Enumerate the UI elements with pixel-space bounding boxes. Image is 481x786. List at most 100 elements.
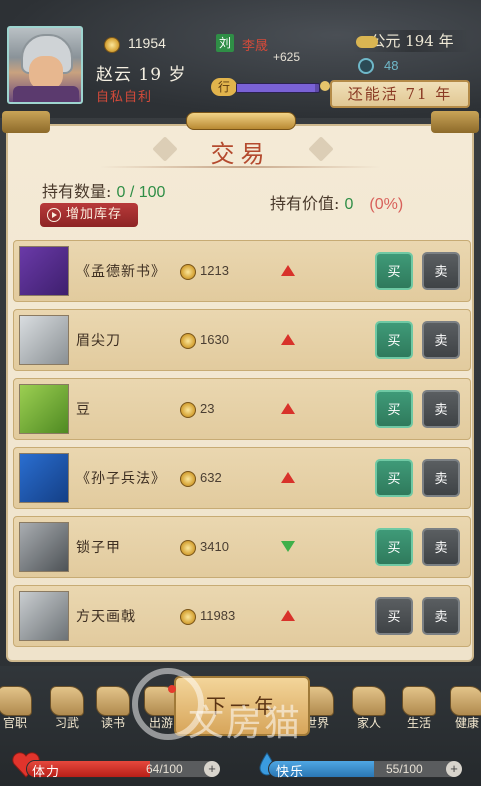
item-price: 3410 bbox=[200, 539, 229, 554]
nav-icon bbox=[352, 686, 386, 716]
action-progress-fill bbox=[237, 84, 315, 92]
action-progress-bar bbox=[236, 83, 320, 93]
hold-value-value: 0 bbox=[344, 196, 354, 213]
character-trait: 自私自利 bbox=[96, 90, 153, 105]
stamina-label: 体力 bbox=[32, 765, 61, 780]
sell-button[interactable]: 卖 bbox=[422, 459, 460, 497]
robe-icon bbox=[13, 86, 79, 102]
nav-icon bbox=[96, 686, 130, 716]
nav-item[interactable]: 生活 bbox=[396, 686, 442, 732]
sell-button[interactable]: 卖 bbox=[422, 597, 460, 635]
buy-button[interactable]: 买 bbox=[375, 597, 413, 635]
bean-icon bbox=[19, 384, 69, 434]
scroll-clip-right-icon bbox=[431, 111, 479, 133]
halberd-icon bbox=[19, 591, 69, 641]
happiness-plus-button[interactable]: + bbox=[446, 761, 462, 777]
scroll-clip-left-icon bbox=[2, 111, 50, 133]
buy-button[interactable]: 买 bbox=[375, 321, 413, 359]
add-stock-button[interactable]: 增加库存 bbox=[40, 203, 138, 227]
buy-button[interactable]: 买 bbox=[375, 252, 413, 290]
item-row: 眉尖刀 1630 买卖 bbox=[13, 309, 471, 371]
coin-icon bbox=[180, 333, 196, 349]
lord-delta: +625 bbox=[273, 50, 301, 64]
play-icon bbox=[47, 208, 61, 222]
item-name: 眉尖刀 bbox=[76, 333, 121, 349]
nav-label: 健康 bbox=[454, 716, 479, 730]
watermark-logo-icon bbox=[132, 668, 204, 740]
trend-up-icon bbox=[281, 265, 295, 276]
nav-icon bbox=[50, 686, 84, 716]
sell-button[interactable]: 卖 bbox=[422, 528, 460, 566]
item-name: 《孟德新书》 bbox=[76, 264, 166, 280]
buy-button[interactable]: 买 bbox=[375, 459, 413, 497]
coin-icon bbox=[180, 609, 196, 625]
sell-button[interactable]: 卖 bbox=[422, 252, 460, 290]
item-row: 《孟德新书》 1213 买卖 bbox=[13, 240, 471, 302]
panel-title: 交易 bbox=[210, 140, 271, 168]
buy-button[interactable]: 买 bbox=[375, 390, 413, 428]
coin-icon bbox=[180, 540, 196, 556]
progress-end-icon bbox=[320, 81, 330, 91]
item-row: 豆 23 买卖 bbox=[13, 378, 471, 440]
item-name: 豆 bbox=[76, 402, 91, 418]
nav-item[interactable]: 健康 bbox=[444, 686, 481, 732]
item-name: 《孙子兵法》 bbox=[76, 471, 166, 487]
stamina-plus-button[interactable]: + bbox=[204, 761, 220, 777]
item-price: 1630 bbox=[200, 332, 229, 347]
hold-value-percent: (0%) bbox=[369, 196, 404, 213]
stamina-value: 64/100 bbox=[146, 762, 183, 776]
gold-amount: 11954 bbox=[128, 35, 166, 51]
item-price: 23 bbox=[200, 401, 215, 416]
character-name-age: 赵云 19 岁 bbox=[96, 65, 187, 85]
coin-icon bbox=[180, 471, 196, 487]
trend-up-icon bbox=[281, 334, 295, 345]
item-row: 《孙子兵法》 632 买卖 bbox=[13, 447, 471, 509]
nav-item[interactable]: 家人 bbox=[346, 686, 392, 732]
sell-button[interactable]: 卖 bbox=[422, 390, 460, 428]
nav-icon bbox=[450, 686, 481, 716]
orb-value: 48 bbox=[384, 58, 399, 73]
book-blue-icon bbox=[19, 453, 69, 503]
life-remaining: 还能活 71 年 bbox=[330, 80, 470, 108]
character-portrait[interactable] bbox=[7, 26, 83, 104]
hold-count-label: 持有数量: bbox=[42, 182, 117, 201]
cloud-icon bbox=[356, 36, 378, 48]
nav-icon bbox=[402, 686, 436, 716]
lord-name: 李晟 bbox=[242, 39, 269, 54]
faction-badge: 刘 bbox=[216, 34, 234, 52]
trend-up-icon bbox=[281, 610, 295, 621]
trend-down-icon bbox=[281, 541, 295, 552]
hold-count: 持有数量: 0 / 100 bbox=[42, 178, 165, 202]
item-name: 方天画戟 bbox=[76, 609, 136, 625]
nav-icon bbox=[0, 686, 32, 716]
happiness-label: 快乐 bbox=[276, 765, 305, 780]
add-stock-label: 增加库存 bbox=[66, 207, 123, 222]
item-row: 锁子甲 3410 买卖 bbox=[13, 516, 471, 578]
item-price: 1213 bbox=[200, 263, 229, 278]
coin-icon bbox=[104, 37, 120, 53]
trend-up-icon bbox=[281, 403, 295, 414]
item-price: 632 bbox=[200, 470, 222, 485]
hold-value-label: 持有价值: bbox=[270, 194, 345, 213]
blade-icon bbox=[19, 315, 69, 365]
orb-icon bbox=[358, 58, 374, 74]
panel-ornament-icon bbox=[186, 112, 296, 130]
coin-icon bbox=[180, 264, 196, 280]
hold-count-value: 0 / 100 bbox=[116, 184, 166, 201]
book-purple-icon bbox=[19, 246, 69, 296]
nav-item[interactable]: 读书 bbox=[90, 686, 136, 732]
item-row: 方天画戟 11983 买卖 bbox=[13, 585, 471, 647]
armor-icon bbox=[19, 522, 69, 572]
item-name: 锁子甲 bbox=[76, 540, 121, 556]
buy-button[interactable]: 买 bbox=[375, 528, 413, 566]
trend-up-icon bbox=[281, 472, 295, 483]
hold-value: 持有价值: 0 (0%) bbox=[270, 190, 403, 214]
sell-button[interactable]: 卖 bbox=[422, 321, 460, 359]
item-price: 11983 bbox=[200, 608, 236, 623]
face-icon bbox=[29, 56, 63, 90]
happiness-value: 55/100 bbox=[386, 762, 423, 776]
coin-icon bbox=[180, 402, 196, 418]
title-divider bbox=[100, 166, 380, 168]
nav-item[interactable]: 官职 bbox=[0, 686, 38, 732]
action-tag: 行 bbox=[211, 78, 237, 96]
